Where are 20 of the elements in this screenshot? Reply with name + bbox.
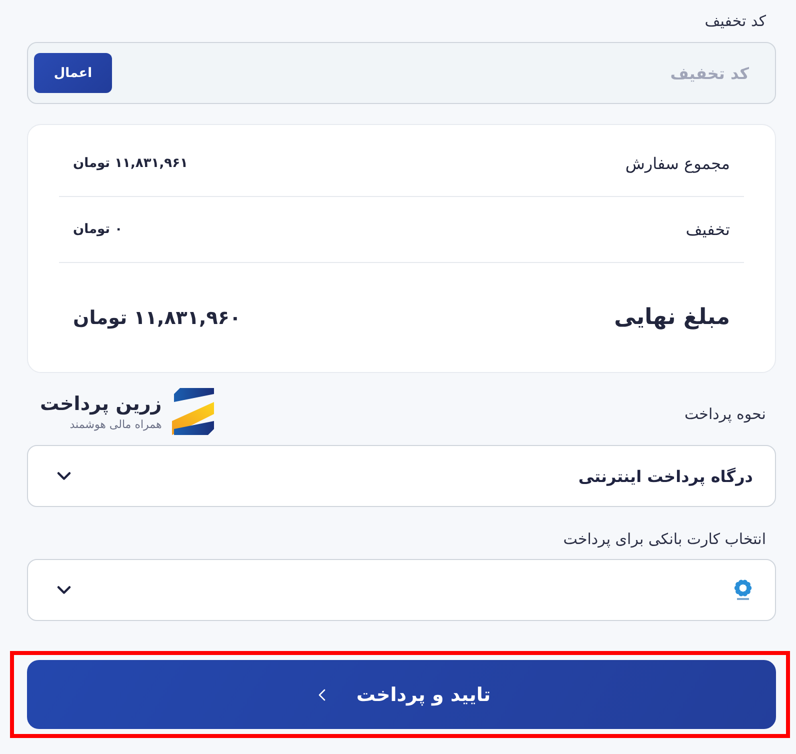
field-label: نحوه پرداخت [684,404,767,425]
dropdown-value: درگاه پرداخت اینترنتی [578,466,753,486]
bank-card-dropdown[interactable] [27,559,776,621]
discount-code-input[interactable]: کد تخفیف [112,58,751,88]
field-label: انتخاب کارت بانکی برای پرداخت [562,529,767,550]
summary-amount: ۰ تومان [73,222,123,237]
confirm-payment-button[interactable]: تایید و پرداخت [27,660,776,729]
discount-code-field[interactable]: کد تخفیف اعمال [27,42,776,104]
field-label: کد تخفیف [704,11,767,32]
summary-amount: ۱۱,۸۳۱,۹۶۱ تومان [73,156,188,170]
total-amount: ۱۱,۸۳۱,۹۶۰ تومان [73,306,241,328]
total-label: مبلغ نهایی [614,305,730,330]
brand-logo-icon [172,388,214,435]
summary-label: مجموع سفارش [625,154,730,172]
apply-button[interactable]: اعمال [34,53,112,93]
summary-label: تخفیف [686,220,730,239]
brand-tagline: همراه مالی هوشمند [70,416,162,432]
bank-logo-icon [733,579,753,601]
payment-method-dropdown[interactable]: درگاه پرداخت اینترنتی [27,445,776,507]
brand-name: زرین پرداخت [40,392,162,416]
